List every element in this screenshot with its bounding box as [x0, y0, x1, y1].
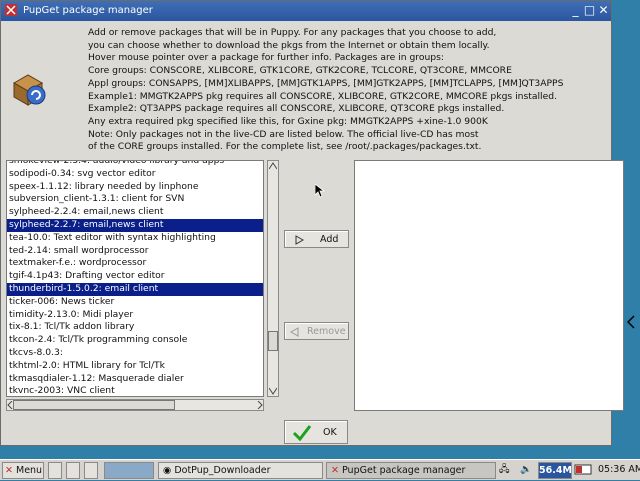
- workspace-pager[interactable]: [104, 462, 154, 479]
- arrow-right-icon: [295, 235, 304, 245]
- close-icon[interactable]: ✕: [597, 4, 610, 17]
- info-line: Example1: MMGTK2APPS pkg requires all CO…: [88, 90, 558, 102]
- add-button-label: Add: [320, 234, 339, 245]
- edge-chevron-icon: [627, 315, 635, 329]
- task-label: PupGet package manager: [342, 465, 466, 476]
- checkmark-icon: [292, 425, 312, 442]
- info-line: of the CORE groups installed. For the co…: [88, 141, 482, 153]
- scroll-thumb[interactable]: [268, 331, 278, 351]
- mouse-pointer: [314, 183, 326, 198]
- selected-packages-list[interactable]: [354, 160, 624, 411]
- package-list-item[interactable]: sylpheed-2.2.4: email,news client: [7, 206, 263, 219]
- network-icon[interactable]: 🖧: [499, 462, 517, 479]
- speaker-icon[interactable]: 🔈: [520, 462, 538, 479]
- ok-button-label: OK: [323, 427, 337, 438]
- package-list-item[interactable]: tix-8.1: Tcl/Tk addon library: [7, 321, 263, 334]
- info-text: Add or remove packages that will be in P…: [88, 27, 608, 154]
- clock: 05:36 AM: [598, 464, 640, 475]
- task-pupget[interactable]: ✕ PupGet package manager: [326, 462, 496, 479]
- remove-button[interactable]: Remove: [284, 322, 349, 340]
- window-icon[interactable]: [66, 462, 80, 479]
- window-title: PupGet package manager: [23, 5, 153, 16]
- taskbar: ✕ Menu ◉ DotPup_Downloader ✕ PupGet pack…: [0, 459, 640, 480]
- net-speed-badge: 56.4M: [538, 462, 572, 479]
- add-button[interactable]: Add: [284, 230, 349, 248]
- scroll-down-icon[interactable]: [269, 387, 277, 395]
- package-list-item[interactable]: ted-2.14: small wordprocessor: [7, 245, 263, 258]
- package-list-item[interactable]: subversion_client-1.3.1: client for SVN: [7, 193, 263, 206]
- menu-button[interactable]: ✕ Menu: [2, 462, 44, 479]
- remove-button-label: Remove: [307, 326, 346, 337]
- package-list-item[interactable]: tkmasqdialer-1.12: Masquerade dialer: [7, 373, 263, 386]
- package-list-item[interactable]: tkcvs-8.0.3:: [7, 347, 263, 360]
- package-list-item[interactable]: ticker-006: News ticker: [7, 296, 263, 309]
- minimize-icon[interactable]: _: [569, 4, 582, 17]
- task-dotpup-downloader[interactable]: ◉ DotPup_Downloader: [158, 462, 323, 479]
- app-icon: [5, 4, 17, 16]
- scroll-right-icon[interactable]: [257, 401, 263, 409]
- info-line: Core groups: CONSCORE, XLIBCORE, GTK1COR…: [88, 65, 512, 77]
- info-line: you can choose whether to download the p…: [88, 39, 490, 51]
- package-list-item[interactable]: timidity-2.13.0: Midi player: [7, 309, 263, 322]
- package-list-item[interactable]: textmaker-f.e.: wordprocessor: [7, 257, 263, 270]
- arrow-left-icon: [290, 327, 299, 337]
- package-list-item[interactable]: tgif-4.1p43: Drafting vector editor: [7, 270, 263, 283]
- info-line: Note: Only packages not in the live-CD a…: [88, 128, 479, 140]
- desktop-icon[interactable]: [48, 462, 62, 479]
- package-list-item[interactable]: tkvnc-2003: VNC client: [7, 385, 263, 396]
- package-list-item[interactable]: sodipodi-0.34: svg vector editor: [7, 168, 263, 181]
- package-list-item[interactable]: smokeview-2.3.4: audio/video library and…: [7, 161, 263, 168]
- vertical-scrollbar[interactable]: [267, 160, 279, 397]
- info-line: Add or remove packages that will be in P…: [88, 27, 497, 38]
- puppy-menu-icon: ✕: [5, 465, 13, 476]
- info-line: Any extra required pkg specified like th…: [88, 115, 488, 127]
- title-bar[interactable]: PupGet package manager _ □ ✕: [1, 1, 611, 21]
- pupget-window: PupGet package manager _ □ ✕ Add or remo…: [0, 0, 624, 446]
- package-box-icon: [12, 74, 46, 106]
- package-list-item[interactable]: thunderbird-1.5.0.2: email client: [7, 282, 263, 296]
- package-list-item[interactable]: sylpheed-2.2.7: email,news client: [7, 218, 263, 232]
- info-line: Hover mouse pointer over a package for f…: [88, 52, 445, 64]
- horizontal-scrollbar[interactable]: [6, 399, 264, 411]
- available-packages-list[interactable]: smokeview-2.3.4: audio/video library and…: [6, 160, 264, 397]
- package-list-item[interactable]: speex-1.1.12: library needed by linphone: [7, 181, 263, 194]
- editor-icon[interactable]: [84, 462, 98, 479]
- menu-button-label: Menu: [16, 465, 43, 476]
- scroll-up-icon[interactable]: [269, 162, 277, 170]
- ok-button[interactable]: OK: [284, 420, 348, 444]
- task-label: DotPup_Downloader: [174, 465, 271, 476]
- package-list-item[interactable]: tea-10.0: Text editor with syntax highli…: [7, 232, 263, 245]
- dotpup-icon: ◉: [163, 465, 172, 476]
- package-list-item[interactable]: tkcon-2.4: Tcl/Tk programming console: [7, 334, 263, 347]
- scroll-thumb[interactable]: [13, 400, 175, 410]
- info-line: Example2: QT3APPS package requires all C…: [88, 103, 505, 115]
- pupget-task-icon: ✕: [331, 465, 339, 476]
- package-list-item[interactable]: tkhtml-2.0: HTML library for Tcl/Tk: [7, 360, 263, 373]
- maximize-icon[interactable]: □: [583, 4, 596, 17]
- battery-icon: [574, 462, 596, 479]
- info-line: Appl groups: CONSAPPS, [MM]XLIBAPPS, [MM…: [88, 77, 564, 89]
